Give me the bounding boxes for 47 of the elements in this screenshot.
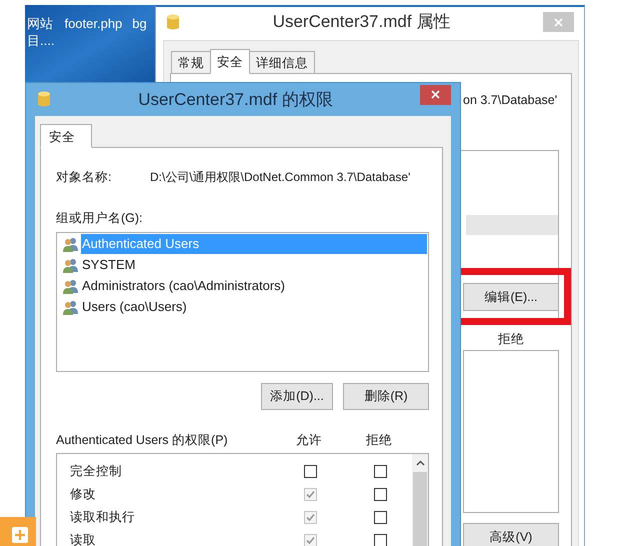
user-group-icon	[62, 236, 79, 252]
column-heading: 拒绝	[365, 432, 393, 448]
permission-name: 读取和执行	[70, 509, 136, 526]
permission-name: 完全控制	[70, 463, 123, 480]
desktop-icon-label[interactable]: bg	[132, 15, 147, 32]
user-list-item[interactable]: Users (cao\Users)	[81, 297, 427, 317]
checkbox[interactable]	[374, 465, 386, 478]
close-icon	[554, 18, 563, 26]
tab[interactable]: 安全	[40, 124, 92, 148]
checkbox[interactable]	[374, 511, 386, 524]
user-group-icon	[62, 300, 79, 314]
object-path: D:\公司\通用权限\DotNet.Common 3.7\Database'	[150, 169, 410, 186]
checkbox[interactable]	[374, 488, 386, 502]
user-list-item[interactable]: SYSTEM	[81, 255, 427, 275]
edit-button[interactable]: 编辑(E)...	[463, 283, 559, 311]
window-title: UserCenter37.mdf 的权限	[137, 88, 334, 111]
window-icon	[37, 91, 51, 108]
column-heading: 拒绝	[497, 331, 525, 348]
add-button[interactable]: 添加(D)...	[261, 382, 333, 410]
close-icon	[431, 90, 440, 99]
tab[interactable]: 安全	[210, 49, 250, 74]
tab[interactable]: 常规	[171, 51, 211, 74]
field-label: 组或用户名(G):	[56, 210, 143, 227]
scroll-up-icon[interactable]	[416, 460, 424, 466]
remove-button[interactable]: 删除(R)	[343, 382, 429, 410]
scroll-thumb[interactable]	[413, 472, 427, 546]
user-list-item[interactable]: Administrators (cao\Administrators)	[81, 276, 427, 296]
advanced-button[interactable]: 高级(V)	[463, 523, 559, 546]
checkbox[interactable]	[374, 534, 386, 546]
permissions-label: Authenticated Users 的权限(P)	[56, 432, 229, 449]
checkbox[interactable]	[304, 465, 316, 478]
add-tile[interactable]	[0, 517, 36, 546]
column-heading: 允许	[295, 432, 323, 448]
user-group-icon	[62, 258, 79, 272]
window-icon	[166, 14, 180, 30]
field-label: 对象名称:	[56, 169, 112, 186]
permission-name: 修改	[70, 486, 97, 504]
permission-name: 读取	[70, 532, 97, 546]
close-button[interactable]	[420, 84, 451, 104]
desktop-icon-label[interactable]: 网站 目....	[27, 15, 54, 49]
scrollbar[interactable]	[412, 454, 428, 546]
plus-icon	[12, 527, 28, 543]
window-title: UserCenter37.mdf 属性	[272, 11, 452, 34]
user-group-icon	[62, 278, 79, 294]
object-path: on 3.7\Database'	[463, 92, 558, 109]
desktop-icon-label[interactable]: footer.php	[64, 15, 122, 32]
tab[interactable]: 详细信息	[249, 51, 315, 74]
